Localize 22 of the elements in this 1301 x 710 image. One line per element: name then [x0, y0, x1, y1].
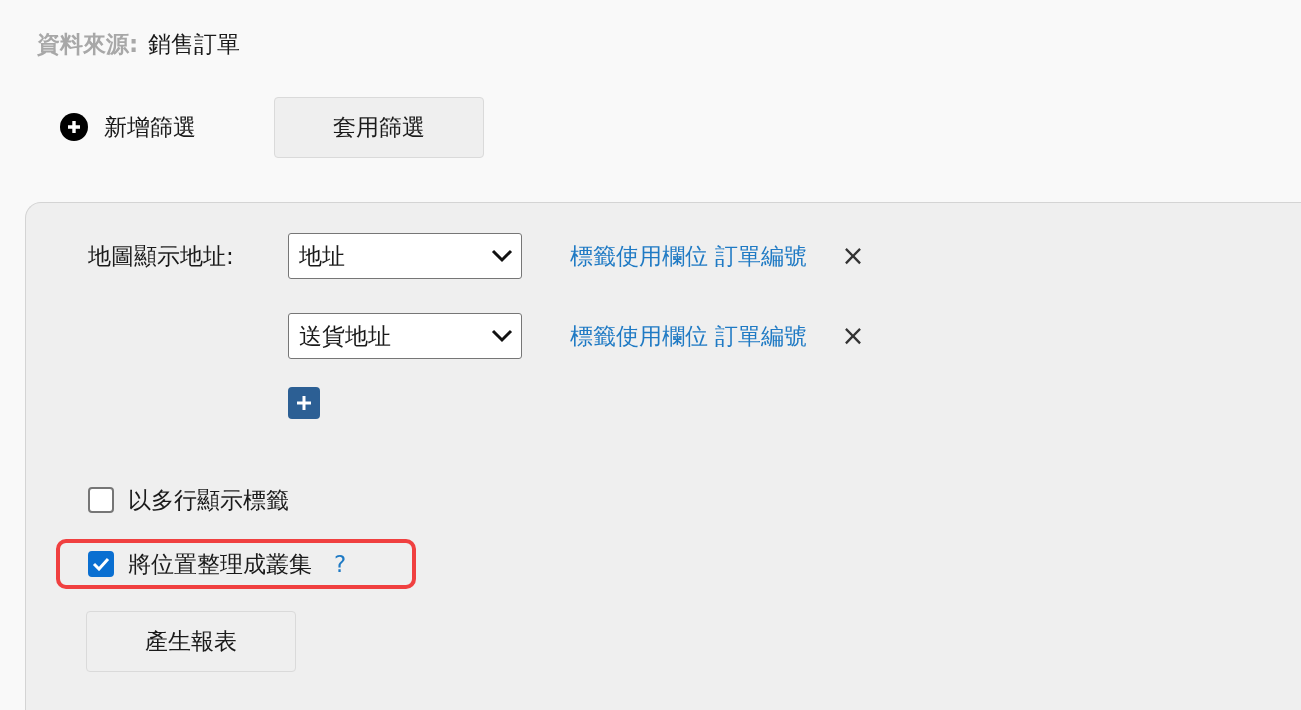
- label-field-link[interactable]: 標籤使用欄位 訂單編號: [570, 320, 808, 352]
- generate-report-button[interactable]: 產生報表: [86, 611, 296, 672]
- checkbox-label: 將位置整理成叢集: [128, 549, 312, 579]
- plus-circle-icon: [60, 113, 88, 141]
- add-filter-button[interactable]: 新增篩選: [60, 111, 196, 143]
- address-dropdown[interactable]: 送貨地址: [288, 313, 522, 359]
- remove-button[interactable]: ×: [837, 322, 869, 350]
- address-dropdown[interactable]: 地址: [288, 233, 522, 279]
- apply-filter-button[interactable]: 套用篩選: [274, 96, 484, 158]
- chevron-down-icon: [491, 249, 513, 263]
- checkbox-label: 以多行顯示標籤: [128, 485, 289, 515]
- help-link[interactable]: ?: [334, 551, 347, 577]
- chevron-down-icon: [491, 329, 513, 343]
- remove-button[interactable]: ×: [837, 242, 869, 270]
- checkmark-icon: [92, 557, 110, 571]
- label-field-link[interactable]: 標籤使用欄位 訂單編號: [570, 240, 808, 272]
- checkbox[interactable]: [88, 487, 114, 513]
- add-address-button[interactable]: [288, 387, 320, 419]
- checkbox[interactable]: [88, 551, 114, 577]
- data-source-value: 銷售訂單: [148, 29, 241, 59]
- data-source-label: 資料來源:: [37, 29, 139, 59]
- map-address-label: 地圖顯示地址:: [87, 241, 235, 271]
